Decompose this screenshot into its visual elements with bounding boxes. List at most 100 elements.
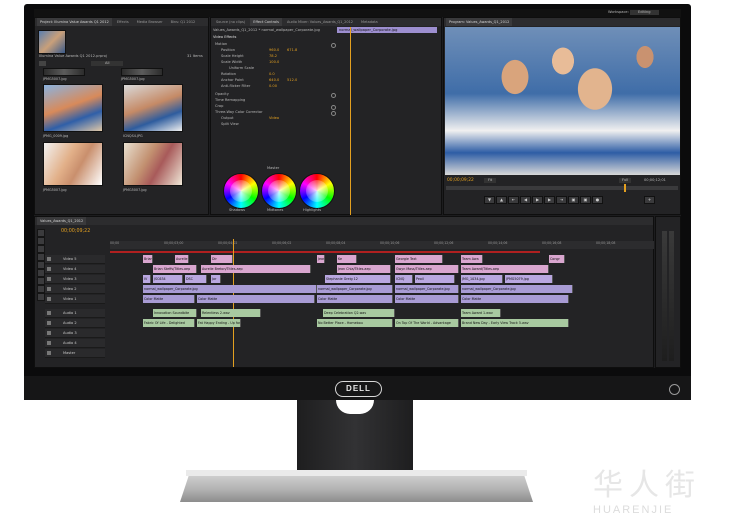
timeline-clip[interactable]: IV [143, 275, 151, 283]
speaker-icon[interactable] [47, 311, 51, 315]
timeline-clip[interactable]: Fat Happy Ending - Up for [197, 319, 241, 327]
step-forward-icon[interactable]: ▶ [544, 196, 555, 204]
power-button-icon[interactable] [669, 384, 680, 395]
effect-param-value[interactable]: 0.0 [269, 72, 275, 77]
timeline-clip[interactable]: No Better Place - Homebou [317, 319, 393, 327]
timeline-clip[interactable]: Georgie Text [395, 255, 443, 263]
timeline-clip[interactable]: Color Matte [197, 295, 315, 303]
play-icon[interactable]: ▶ [532, 196, 543, 204]
timeline-clip[interactable]: Relentless 2.wav [201, 309, 261, 317]
hand-tool-icon[interactable] [37, 285, 45, 293]
timeline-clip[interactable]: Jor [211, 275, 221, 283]
tab-media-browser[interactable]: Media Browser [134, 18, 166, 26]
timeline-clip[interactable]: Team Award/Titles.aep [461, 265, 549, 273]
timeline-clip[interactable]: Ke [337, 255, 357, 263]
extract-icon[interactable]: ▣ [580, 196, 591, 204]
speaker-icon[interactable] [47, 331, 51, 335]
timeline-clip[interactable]: normal_wallpaper_Corporate.jpg [461, 285, 573, 293]
speaker-icon[interactable] [47, 351, 51, 355]
timeline-clip[interactable]: Gwyn Mass/Titles.aep [395, 265, 459, 273]
timeline-clip[interactable]: Jean Chia/Titles.aep [337, 265, 391, 273]
speaker-icon[interactable] [47, 321, 51, 325]
program-scrub-bar[interactable] [446, 186, 678, 190]
toggle-track-output-icon[interactable] [47, 297, 51, 301]
time-ruler[interactable]: 00;00 00;00;03;00 00;00;04;02 00;00;06;02 00… [110, 241, 654, 249]
search-icon[interactable] [39, 61, 46, 66]
timeline-clip[interactable]: Stephanie Greig 12 [325, 275, 391, 283]
crowd-thumbnail[interactable] [43, 84, 103, 132]
go-to-out-icon[interactable]: ⇥ [556, 196, 567, 204]
toggle-track-output-icon[interactable] [47, 257, 51, 261]
lift-icon[interactable]: ▣ [568, 196, 579, 204]
timeline-playhead[interactable] [233, 239, 234, 367]
timeline-clip[interactable]: normal_wallpaper_Corporate.jpg [317, 285, 393, 293]
timeline-clip[interactable]: ICNQ [395, 275, 413, 283]
track-header[interactable]: Video 3 [45, 275, 105, 284]
track-header[interactable]: Audio 1 [45, 309, 105, 318]
timeline-clip[interactable]: Brian [143, 255, 153, 263]
toggle-track-output-icon[interactable] [47, 277, 51, 281]
selection-tool-icon[interactable] [37, 229, 45, 237]
effect-param-value[interactable]: Video [269, 116, 279, 121]
timeline-clip[interactable]: Team Awa [461, 255, 483, 263]
timeline-clip[interactable]: DSC [185, 275, 207, 283]
timeline-clip[interactable]: Fabric Of Life - Delighted [143, 319, 195, 327]
tab-bins[interactable]: Bins: Q1 2012 [168, 18, 199, 26]
timeline-clip[interactable]: JSC634 [153, 275, 183, 283]
timeline-clip[interactable]: On Top Of The World - Advantage [395, 319, 459, 327]
tab-metadata[interactable]: Metadata [358, 18, 381, 26]
timeline-clip[interactable]: normal_wallpaper_Corporate.jpg [143, 285, 317, 293]
timeline-clip[interactable]: normal_wallpaper_Corporate.jpg [395, 285, 459, 293]
women-cheering-thumbnail[interactable] [123, 142, 183, 186]
track-select-tool-icon[interactable] [37, 237, 45, 245]
timeline-clip[interactable]: Congr [549, 255, 565, 263]
track-header[interactable]: Video 5 [45, 255, 105, 264]
effect-playhead[interactable] [350, 27, 351, 215]
highlights-color-wheel[interactable] [299, 173, 335, 209]
timeline-clip[interactable]: Color Matte [317, 295, 393, 303]
effect-param-value[interactable]: 512.0 [287, 78, 297, 83]
midtones-color-wheel[interactable] [261, 173, 297, 209]
tab-audio-mixer[interactable]: Audio Mixer: Values_Awards_Q1_2012 [284, 18, 356, 26]
timeline-clip[interactable]: JMG_1034.jpg [461, 275, 503, 283]
rolling-edit-tool-icon[interactable] [37, 253, 45, 261]
track-header[interactable]: Audio 3 [45, 329, 105, 338]
program-video-frame[interactable] [445, 27, 680, 175]
ripple-edit-tool-icon[interactable] [37, 245, 45, 253]
tab-sequence[interactable]: Values_Awards_Q1_2012 [37, 217, 87, 225]
slip-tool-icon[interactable] [37, 269, 45, 277]
effect-param-value[interactable]: 78.2 [269, 54, 277, 59]
timeline-clip[interactable]: Deep Celebration Q2.wav [323, 309, 395, 317]
toggle-track-output-icon[interactable] [47, 267, 51, 271]
timeline-clip[interactable]: Dir [211, 255, 233, 263]
keyframe-toggle-icon[interactable] [331, 43, 336, 48]
timeline-clip[interactable]: Innovation Soundbite [153, 309, 197, 317]
go-to-in-icon[interactable]: ⇤ [508, 196, 519, 204]
resolution-dropdown[interactable]: Full [619, 178, 632, 183]
pen-tool-icon[interactable] [37, 277, 45, 285]
program-playhead[interactable] [624, 184, 626, 192]
workspace-dropdown[interactable]: Editing [630, 10, 659, 15]
timeline-timecode[interactable]: 00;00;09;22 [61, 229, 90, 234]
timeline-clip[interactable]: Color Matte [461, 295, 569, 303]
razor-tool-icon[interactable] [37, 261, 45, 269]
filter-dropdown[interactable]: All [91, 61, 124, 66]
tab-source[interactable]: Source (no clips) [213, 18, 248, 26]
tab-program[interactable]: Program: Values_Awards_Q1_2012 [446, 18, 513, 26]
timeline-clip[interactable]: Brian Steffs/Titles.aep [153, 265, 197, 273]
effect-param-value[interactable]: 100.0 [269, 60, 279, 65]
export-frame-icon[interactable]: ● [592, 196, 603, 204]
track-header[interactable]: Audio 2 [45, 319, 105, 328]
track-header[interactable]: Video 1 [45, 295, 105, 304]
effect-param-value[interactable]: 640.0 [269, 78, 279, 83]
timeline-clip[interactable]: Jean Tou [317, 255, 325, 263]
toggle-track-output-icon[interactable] [47, 287, 51, 291]
step-back-icon[interactable]: ◀ [520, 196, 531, 204]
fan-thumbnail[interactable] [123, 84, 183, 132]
track-header[interactable]: Video 2 [45, 285, 105, 294]
track-header[interactable]: Master [45, 349, 105, 358]
timeline-clip[interactable]: Color Matte [143, 295, 195, 303]
effect-param-value[interactable]: 0.00 [269, 84, 277, 89]
timeline-clip[interactable]: Team Award 1.wav [461, 309, 501, 317]
timeline-clip[interactable]: Aurelie Breton/Titles.aep [201, 265, 311, 273]
